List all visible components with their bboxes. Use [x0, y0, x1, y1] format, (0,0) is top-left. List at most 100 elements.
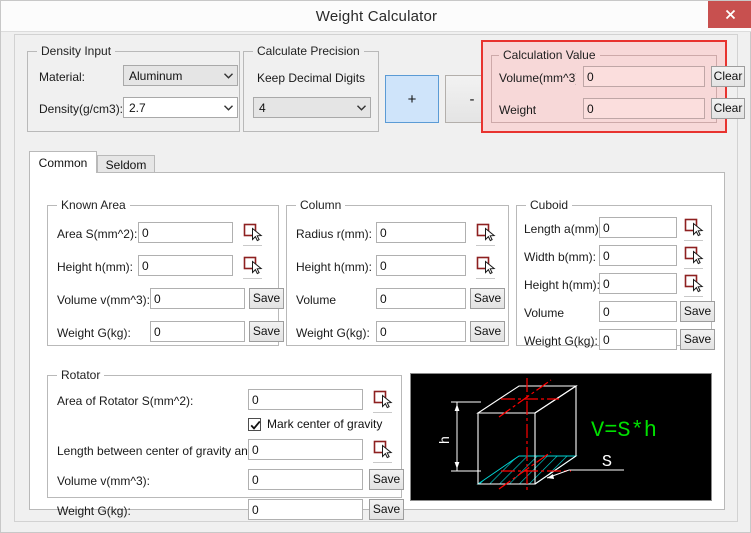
rotator-weight-field[interactable] — [248, 499, 363, 520]
pick-rotator-length-icon[interactable] — [373, 440, 393, 463]
rotator-weight-save-button[interactable]: Save — [369, 499, 404, 520]
clear-volume-button[interactable]: Clear — [711, 66, 745, 87]
calculate-precision-group-label: Calculate Precision — [253, 44, 364, 58]
pick-length-icon[interactable] — [684, 218, 704, 241]
column-weight-label: Weight G(kg): — [296, 326, 370, 340]
cuboid-height-label: Height h(mm): — [524, 278, 601, 292]
pick-underline — [476, 245, 495, 246]
volume-label: Volume(mm^3) — [499, 71, 576, 85]
column-weight-field[interactable] — [376, 321, 466, 342]
cuboid-width-field[interactable] — [599, 245, 677, 266]
cuboid-group-label: Cuboid — [526, 198, 573, 212]
pick-underline — [373, 462, 392, 463]
weight-output-field[interactable] — [583, 98, 705, 119]
title-bar: Weight Calculator — [1, 1, 751, 32]
known-area-area-field[interactable] — [138, 222, 233, 243]
clear-weight-button[interactable]: Clear — [711, 98, 745, 119]
area-label-text: S — [602, 453, 612, 472]
known-area-weight-save-button[interactable]: Save — [249, 321, 284, 342]
density-label: Density(g/cm3): — [39, 102, 124, 116]
cuboid-weight-field[interactable] — [599, 329, 677, 350]
main-panel: Density Input Material: Aluminum Density… — [14, 34, 745, 522]
pick-rotator-area-icon[interactable] — [373, 390, 393, 413]
known-area-height-field[interactable] — [138, 255, 233, 276]
cuboid-volume-field[interactable] — [599, 301, 677, 322]
chevron-down-icon — [219, 104, 237, 111]
cuboid-volume-label: Volume — [524, 306, 565, 320]
cuboid-weight-save-button[interactable]: Save — [680, 329, 715, 350]
column-radius-field[interactable] — [376, 222, 466, 243]
known-area-volume-label: Volume v(mm^3): — [57, 293, 150, 307]
increase-button-label: + — [407, 90, 417, 108]
pick-underline — [684, 296, 703, 297]
rotator-group-label: Rotator — [57, 368, 105, 382]
rotator-volume-field[interactable] — [248, 469, 363, 490]
column-volume-field[interactable] — [376, 288, 466, 309]
calculate-precision-group: Calculate Precision Keep Decimal Digits … — [243, 44, 379, 132]
column-volume-save-button[interactable]: Save — [470, 288, 505, 309]
known-area-group: Known Area Area S(mm^2): Height h(mm): — [47, 198, 284, 346]
density-select[interactable]: 2.7 — [123, 97, 238, 118]
rotator-area-field[interactable] — [248, 389, 363, 410]
known-area-volume-save-button[interactable]: Save — [249, 288, 284, 309]
pick-radius-icon[interactable] — [476, 223, 496, 246]
calculation-value-panel: Calculation Value Volume(mm^3) Clear Wei… — [481, 40, 745, 133]
tab-seldom[interactable]: Seldom — [97, 155, 155, 173]
density-select-value: 2.7 — [129, 100, 146, 115]
pick-width-icon[interactable] — [684, 246, 704, 269]
material-select-value: Aluminum — [129, 68, 183, 83]
pick-column-height-icon[interactable] — [476, 256, 496, 279]
calculate-precision-box — [243, 51, 379, 132]
known-area-volume-field[interactable] — [150, 288, 245, 309]
rotator-length-field[interactable] — [248, 439, 363, 460]
decimal-digits-select[interactable]: 4 — [253, 97, 371, 118]
pick-cuboid-height-icon[interactable] — [684, 274, 704, 297]
formula-diagram: h S V=S*h — [410, 373, 712, 501]
density-input-group-label: Density Input — [37, 44, 116, 58]
column-weight-save-button[interactable]: Save — [470, 321, 505, 342]
mark-center-of-gravity-checkbox[interactable]: Mark center of gravity — [248, 417, 382, 431]
window-title: Weight Calculator — [315, 8, 438, 25]
known-area-weight-label: Weight G(kg): — [57, 326, 131, 340]
known-area-height-label: Height h(mm): — [57, 260, 134, 274]
calculation-value-group-label: Calculation Value — [499, 48, 600, 62]
weight-calculator-window: Weight Calculator Density Input Material… — [0, 0, 751, 533]
column-group-label: Column — [296, 198, 346, 212]
material-label: Material: — [39, 70, 86, 84]
pick-underline — [373, 412, 392, 413]
pick-height-icon[interactable] — [243, 256, 263, 279]
close-icon — [725, 9, 735, 20]
increase-button[interactable]: + — [385, 75, 439, 123]
height-label-text: h — [438, 436, 454, 444]
pick-area-icon[interactable] — [243, 223, 263, 246]
density-input-group: Density Input Material: Aluminum Density… — [27, 44, 240, 132]
check-icon — [250, 420, 261, 430]
checkbox-box — [248, 417, 261, 431]
column-radius-label: Radius r(mm): — [296, 227, 373, 241]
decimal-digits-select-value: 4 — [259, 100, 266, 115]
material-select[interactable]: Aluminum — [123, 65, 238, 86]
column-height-field[interactable] — [376, 255, 466, 276]
rotator-group: Rotator Area of Rotator S(mm^2): 0 Mark … — [47, 368, 404, 520]
rotator-area-label: Area of Rotator S(mm^2): — [57, 394, 194, 408]
keep-decimal-digits-label: Keep Decimal Digits — [257, 71, 366, 85]
cuboid-length-label: Length a(mm): — [524, 222, 603, 236]
cuboid-height-field[interactable] — [599, 273, 677, 294]
cuboid-volume-save-button[interactable]: Save — [680, 301, 715, 322]
chevron-down-icon — [219, 72, 237, 79]
tab-content-common: Known Area Area S(mm^2): Height h(mm): — [29, 172, 725, 520]
rotator-volume-label: Volume v(mm^3): — [57, 474, 150, 488]
cuboid-length-field[interactable] — [599, 217, 677, 238]
cuboid-diagram-svg: h S V=S*h — [411, 374, 711, 500]
close-button[interactable] — [708, 1, 751, 28]
volume-output-field[interactable] — [583, 66, 705, 87]
cuboid-group: Cuboid Length a(mm): Width b(mm): — [516, 198, 715, 350]
tab-common[interactable]: Common — [29, 151, 97, 173]
rotator-volume-save-button[interactable]: Save — [369, 469, 404, 490]
cuboid-width-label: Width b(mm): — [524, 250, 596, 264]
known-area-weight-field[interactable] — [150, 321, 245, 342]
pick-underline — [476, 278, 495, 279]
formula-text: V=S*h — [591, 418, 657, 443]
cuboid-weight-label: Weight G(kg): — [524, 334, 598, 348]
pick-underline — [684, 240, 703, 241]
